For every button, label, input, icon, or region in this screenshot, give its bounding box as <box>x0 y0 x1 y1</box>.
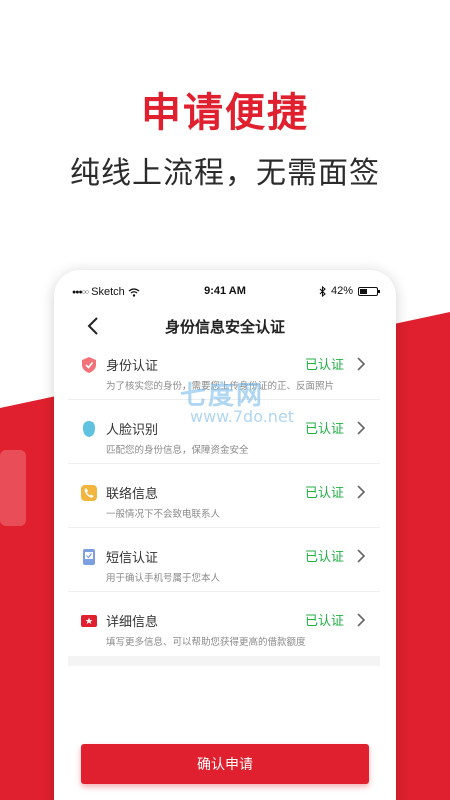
chevron-right-icon <box>357 485 366 499</box>
chevron-right-icon <box>357 357 366 371</box>
face-icon <box>83 421 95 437</box>
status-badge: 已认证 <box>304 486 344 501</box>
battery-level <box>360 288 367 294</box>
item-title: 短信认证 <box>106 551 159 566</box>
status-badge: 已认证 <box>304 614 344 629</box>
phone-mockup: ●●●○○ Sketch 9:41 AM 42% 身份信息安全认证 身份认证 为… <box>54 270 396 800</box>
item-description: 填写更多信息、可以帮助您获得更高的借款额度 <box>106 637 306 648</box>
battery-percent: 42% <box>330 285 353 297</box>
status-badge: 已认证 <box>304 422 344 437</box>
page-title: 身份信息安全认证 <box>164 318 285 336</box>
promo-headline: 申请便捷 <box>141 90 309 136</box>
watermark: 七度网 www.7do.net <box>150 375 310 435</box>
promo-subheadline: 纯线上流程，无需面签 <box>70 156 380 191</box>
list-item-details[interactable]: 详细信息 填写更多信息、可以帮助您获得更高的借款额度 已认证 <box>68 592 380 656</box>
confirm-apply-button[interactable]: 确认申请 <box>81 744 369 784</box>
bluetooth-icon <box>319 285 326 297</box>
status-bar: ●●●○○ Sketch 9:41 AM 42% <box>54 270 396 310</box>
chevron-right-icon <box>357 421 366 435</box>
item-description: 用于确认手机号属于您本人 <box>106 573 221 584</box>
item-description: 匹配您的身份信息，保障资金安全 <box>106 445 249 456</box>
item-title: 身份认证 <box>106 359 159 374</box>
detail-icon <box>81 615 97 627</box>
sms-icon <box>83 549 95 565</box>
watermark-url: www.7do.net <box>190 407 295 426</box>
item-description: 一般情况下不会致电联系人 <box>106 509 221 520</box>
status-badge: 已认证 <box>304 358 344 373</box>
phone-icon <box>81 485 97 501</box>
battery-icon <box>358 286 380 296</box>
list-item-sms[interactable]: 短信认证 用于确认手机号属于您本人 已认证 <box>68 528 380 592</box>
shield-icon <box>82 357 96 373</box>
chevron-right-icon <box>357 549 366 563</box>
item-title: 联络信息 <box>106 487 159 502</box>
item-title: 详细信息 <box>106 615 159 630</box>
list-item-contacts[interactable]: 联络信息 一般情况下不会致电联系人 已认证 <box>68 464 380 528</box>
status-badge: 已认证 <box>304 550 344 565</box>
chevron-right-icon <box>357 613 366 627</box>
